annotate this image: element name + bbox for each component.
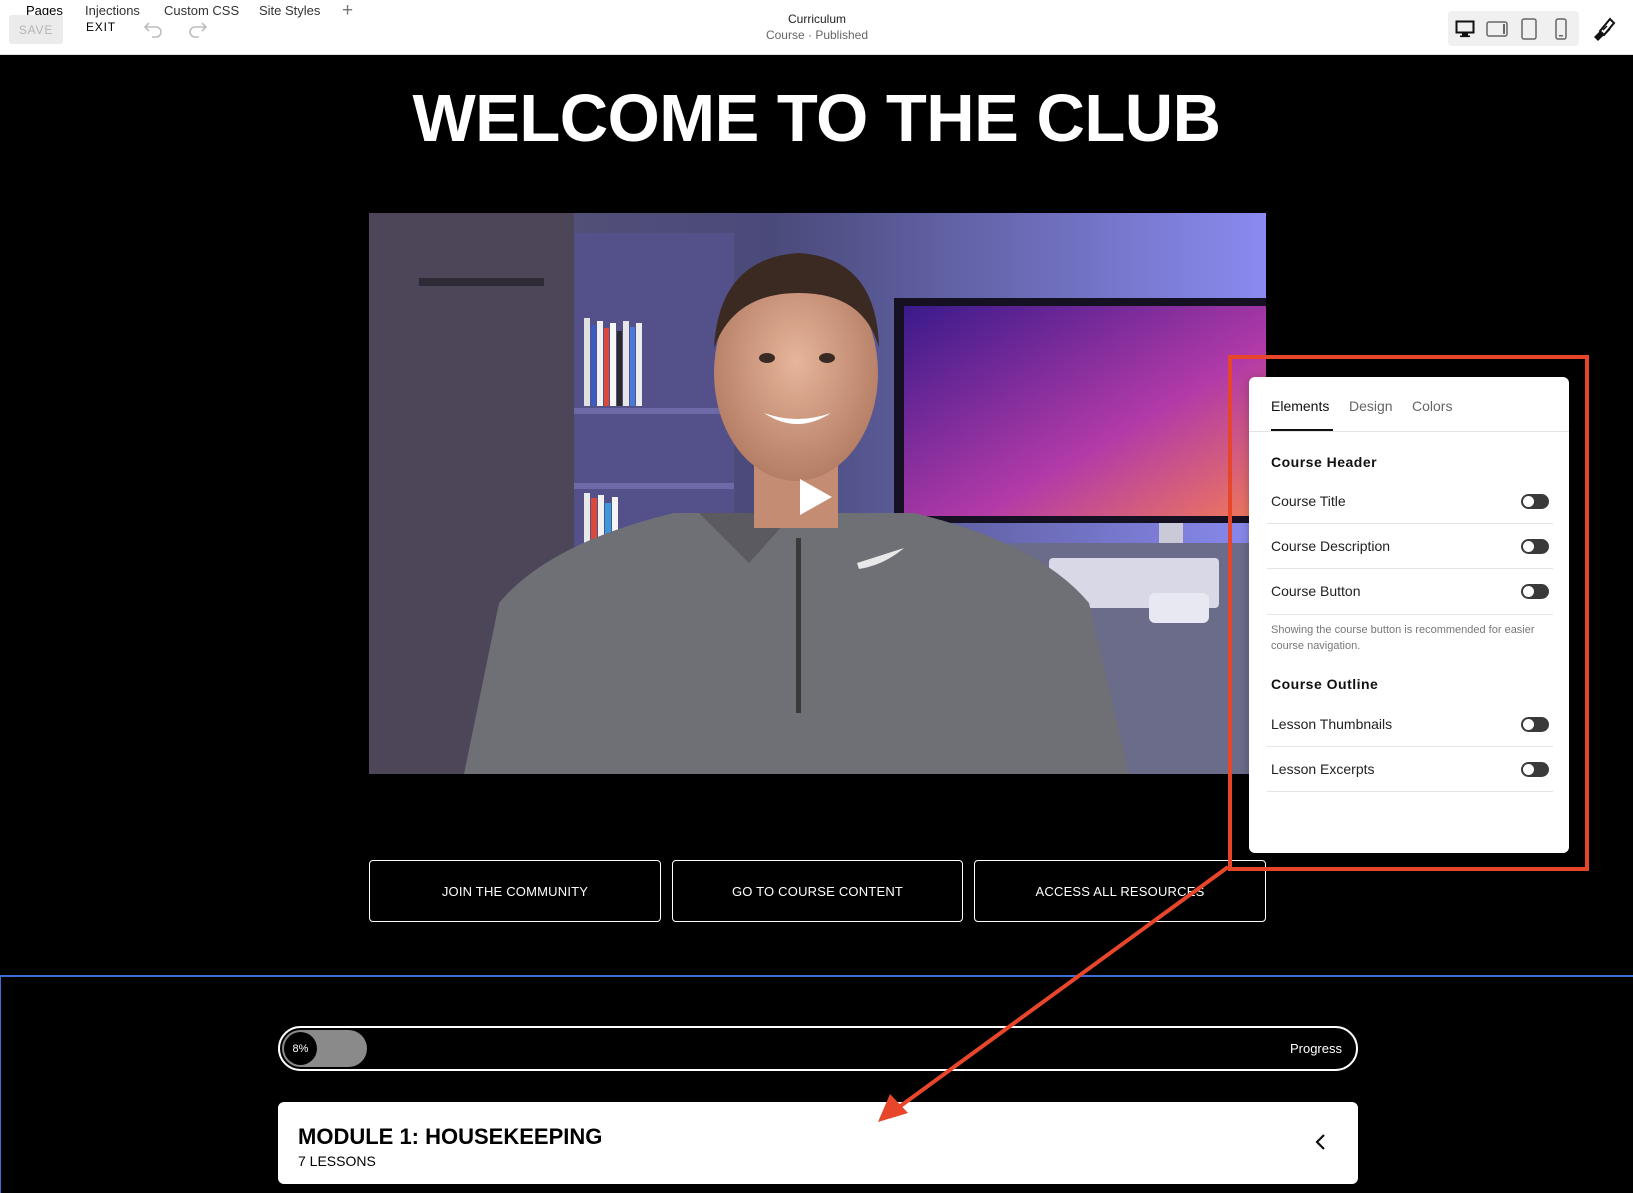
tablet-landscape-icon[interactable] bbox=[1483, 15, 1511, 42]
nav-custom-css[interactable]: Custom CSS bbox=[164, 3, 239, 18]
paintbrush-icon[interactable] bbox=[1590, 15, 1616, 41]
device-preview-switcher bbox=[1448, 11, 1579, 46]
page-headline: WELCOME TO THE CLUB bbox=[412, 81, 1221, 156]
access-all-resources-button[interactable]: ACCESS ALL RESOURCES bbox=[974, 860, 1266, 922]
add-page-icon[interactable]: + bbox=[342, 0, 353, 22]
progress-label: Progress bbox=[1289, 1041, 1342, 1056]
section-outline bbox=[0, 975, 1633, 977]
tablet-portrait-icon[interactable] bbox=[1515, 15, 1543, 42]
redo-icon[interactable] bbox=[186, 17, 208, 39]
course-progress-bar: 8% Progress bbox=[278, 1026, 1358, 1071]
nav-injections[interactable]: Injections bbox=[85, 3, 140, 18]
save-button[interactable]: SAVE bbox=[9, 15, 63, 44]
page-title-block: Curriculum Course · Published bbox=[717, 12, 917, 42]
chevron-left-icon[interactable] bbox=[1314, 1132, 1328, 1152]
desktop-icon[interactable] bbox=[1451, 15, 1479, 42]
nav-site-styles[interactable]: Site Styles bbox=[259, 3, 320, 18]
module-card[interactable]: MODULE 1: HOUSEKEEPING 7 LESSONS bbox=[278, 1102, 1358, 1184]
exit-button[interactable]: EXIT bbox=[86, 20, 116, 34]
progress-percent: 8% bbox=[284, 1032, 317, 1065]
module-title: MODULE 1: HOUSEKEEPING bbox=[298, 1124, 603, 1149]
editor-toolbar: Pages Injections Custom CSS Site Styles … bbox=[0, 0, 1633, 55]
module-lesson-count: 7 LESSONS bbox=[298, 1153, 376, 1169]
mobile-icon[interactable] bbox=[1547, 15, 1575, 42]
play-icon[interactable] bbox=[798, 477, 834, 517]
undo-icon[interactable] bbox=[143, 17, 165, 39]
page-status: Course · Published bbox=[765, 28, 869, 42]
page-title: Curriculum bbox=[787, 12, 846, 26]
go-to-course-content-button[interactable]: GO TO COURSE CONTENT bbox=[672, 860, 963, 922]
annotation-highlight-box bbox=[1228, 355, 1589, 871]
join-community-button[interactable]: JOIN THE COMMUNITY bbox=[369, 860, 661, 922]
section-outline-edge bbox=[0, 975, 1, 1193]
